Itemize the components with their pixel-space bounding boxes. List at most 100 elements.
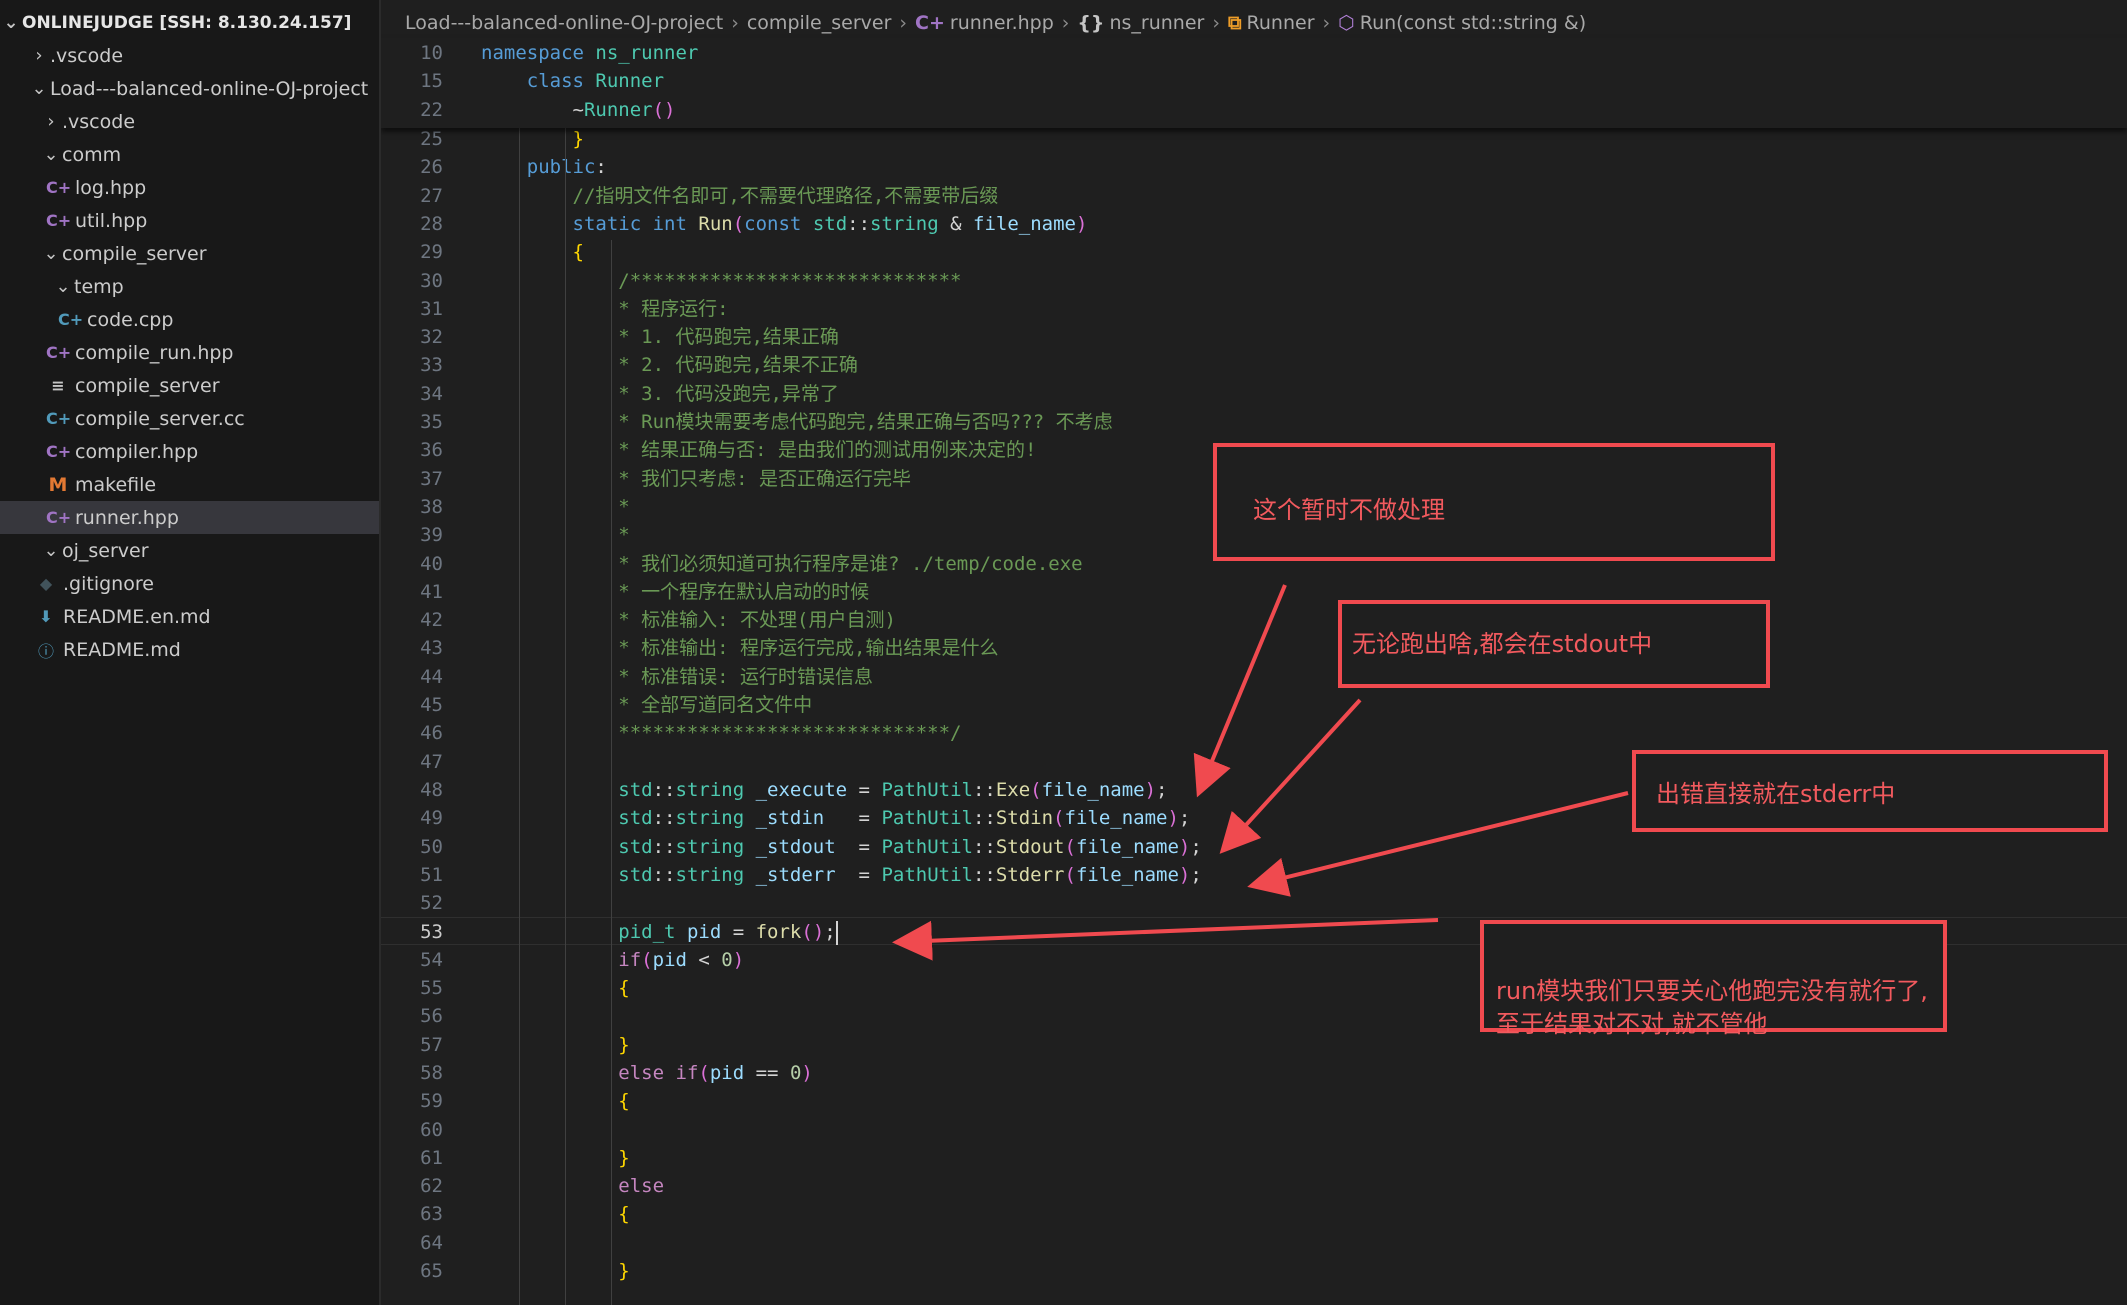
code-text[interactable]: } xyxy=(481,1257,629,1285)
line-number[interactable]: 62 xyxy=(381,1172,443,1200)
code-text[interactable]: class Runner xyxy=(481,67,664,95)
tree-folder[interactable]: › .vscode xyxy=(0,105,379,138)
code-text[interactable]: std::string _execute = PathUtil::Exe(fil… xyxy=(481,776,1167,804)
line-number[interactable]: 45 xyxy=(381,691,443,719)
code-text[interactable]: * 我们只考虑: 是否正确运行完毕 xyxy=(481,465,911,493)
code-text[interactable]: else if(pid == 0) xyxy=(481,1059,813,1087)
tree-folder[interactable]: ⌄ comm xyxy=(0,138,379,171)
code-text[interactable]: * 标准输出: 程序运行完成,输出结果是什么 xyxy=(481,634,998,662)
code-line[interactable]: 57 } xyxy=(381,1031,2127,1059)
code-text[interactable]: /***************************** xyxy=(481,267,961,295)
tree-folder[interactable]: › .vscode xyxy=(0,39,379,72)
editor-pane[interactable]: Load---balanced-online-OJ-project › comp… xyxy=(381,0,2127,1305)
line-number[interactable]: 56 xyxy=(381,1002,443,1030)
line-number[interactable]: 46 xyxy=(381,719,443,747)
tree-file[interactable]: ≡ compile_server xyxy=(0,369,379,402)
code-line[interactable]: 31 * 程序运行: xyxy=(381,295,2127,323)
code-text[interactable]: if(pid < 0) xyxy=(481,946,744,974)
tree-file[interactable]: Mmakefile xyxy=(0,468,379,501)
tree-file[interactable]: C+ compiler.hpp xyxy=(0,435,379,468)
code-text[interactable]: else xyxy=(481,1172,664,1200)
code-line[interactable]: 46 *****************************/ xyxy=(381,719,2127,747)
line-number[interactable]: 35 xyxy=(381,408,443,436)
line-number[interactable]: 28 xyxy=(381,210,443,238)
line-number[interactable]: 42 xyxy=(381,606,443,634)
code-line[interactable]: 35 * Run模块需要考虑代码跑完,结果正确与否吗??? 不考虑 xyxy=(381,408,2127,436)
line-number[interactable]: 55 xyxy=(381,974,443,1002)
code-text[interactable]: std::string _stderr = PathUtil::Stderr(f… xyxy=(481,861,1202,889)
code-line[interactable]: 43 * 标准输出: 程序运行完成,输出结果是什么 xyxy=(381,634,2127,662)
line-number[interactable]: 65 xyxy=(381,1257,443,1285)
code-line[interactable]: 64 xyxy=(381,1229,2127,1257)
code-text[interactable]: static int Run(const std::string & file_… xyxy=(481,210,1088,238)
sticky-scroll[interactable]: 10 namespace ns_runner 15 class Runner 22 ~… xyxy=(381,38,2127,128)
code-line[interactable]: 44 * 标准错误: 运行时错误信息 xyxy=(381,663,2127,691)
code-text[interactable]: } xyxy=(481,1144,629,1172)
line-number[interactable]: 57 xyxy=(381,1031,443,1059)
code-text[interactable]: * Run模块需要考虑代码跑完,结果正确与否吗??? 不考虑 xyxy=(481,408,1112,436)
code-line[interactable]: 27 //指明文件名即可,不需要代理路径,不需要带后缀 xyxy=(381,182,2127,210)
code-line[interactable]: 25 } xyxy=(381,125,2127,153)
explorer-root-header[interactable]: ⌄ ONLINEJUDGE [SSH: 8.130.24.157] xyxy=(0,6,379,39)
code-line[interactable]: 29 { xyxy=(381,238,2127,266)
code-line[interactable]: 42 * 标准输入: 不处理(用户自测) xyxy=(381,606,2127,634)
code-line[interactable]: 41 * 一个程序在默认启动的时候 xyxy=(381,578,2127,606)
code-line[interactable]: 32 * 1. 代码跑完,结果正确 xyxy=(381,323,2127,351)
line-number[interactable]: 33 xyxy=(381,351,443,379)
tree-file[interactable]: C+ compile_run.hpp xyxy=(0,336,379,369)
tree-file[interactable]: C+ code.cpp xyxy=(0,303,379,336)
tree-folder[interactable]: ⌄ Load---balanced-online-OJ-project xyxy=(0,72,379,105)
code-text[interactable]: * xyxy=(481,521,629,549)
line-number[interactable]: 49 xyxy=(381,804,443,832)
line-number[interactable]: 58 xyxy=(381,1059,443,1087)
code-line[interactable]: 61 } xyxy=(381,1144,2127,1172)
code-text[interactable]: std::string _stdin = PathUtil::Stdin(fil… xyxy=(481,804,1190,832)
code-line[interactable]: 28 static int Run(const std::string & fi… xyxy=(381,210,2127,238)
code-text[interactable]: { xyxy=(481,1200,629,1228)
line-number[interactable]: 29 xyxy=(381,238,443,266)
code-text[interactable]: * 一个程序在默认启动的时候 xyxy=(481,578,869,606)
line-number[interactable]: 31 xyxy=(381,295,443,323)
line-number[interactable]: 38 xyxy=(381,493,443,521)
line-number[interactable]: 41 xyxy=(381,578,443,606)
line-number[interactable]: 10 xyxy=(381,39,443,67)
code-line[interactable]: 51 std::string _stderr = PathUtil::Stder… xyxy=(381,861,2127,889)
code-text[interactable]: * 2. 代码跑完,结果不正确 xyxy=(481,351,858,379)
line-number[interactable]: 25 xyxy=(381,125,443,153)
line-number[interactable]: 36 xyxy=(381,436,443,464)
tree-file[interactable]: C+ util.hpp xyxy=(0,204,379,237)
code-line[interactable]: 50 std::string _stdout = PathUtil::Stdou… xyxy=(381,833,2127,861)
code-text[interactable]: { xyxy=(481,238,584,266)
line-number[interactable]: 39 xyxy=(381,521,443,549)
code-line[interactable]: 52 xyxy=(381,889,2127,917)
line-number[interactable]: 54 xyxy=(381,946,443,974)
tree-file[interactable]: C+ log.hpp xyxy=(0,171,379,204)
line-number[interactable]: 61 xyxy=(381,1144,443,1172)
line-number[interactable]: 27 xyxy=(381,182,443,210)
code-line[interactable]: 60 xyxy=(381,1116,2127,1144)
tree-file[interactable]: ⬇ README.en.md xyxy=(0,600,379,633)
code-text[interactable]: { xyxy=(481,974,629,1002)
code-text[interactable]: * 3. 代码没跑完,异常了 xyxy=(481,380,839,408)
line-number[interactable]: 15 xyxy=(381,67,443,95)
code-line[interactable]: 45 * 全部写道同名文件中 xyxy=(381,691,2127,719)
sticky-line[interactable]: 10 namespace ns_runner xyxy=(381,39,2127,67)
code-line[interactable]: 62 else xyxy=(381,1172,2127,1200)
code-text[interactable]: * 1. 代码跑完,结果正确 xyxy=(481,323,839,351)
code-area[interactable]: 25 } 26 public: 27 //指明文件名即可,不需要代理路径,不需要带后… xyxy=(381,0,2127,1305)
line-number[interactable]: 44 xyxy=(381,663,443,691)
tree-folder[interactable]: ⌄ compile_server xyxy=(0,237,379,270)
code-line[interactable]: 34 * 3. 代码没跑完,异常了 xyxy=(381,380,2127,408)
code-text[interactable]: } xyxy=(481,125,584,153)
code-line[interactable]: 26 public: xyxy=(381,153,2127,181)
code-text[interactable]: * 标准错误: 运行时错误信息 xyxy=(481,663,873,691)
code-line[interactable]: 58 else if(pid == 0) xyxy=(381,1059,2127,1087)
code-text[interactable]: { xyxy=(481,1087,629,1115)
sticky-line[interactable]: 22 ~Runner() xyxy=(381,96,2127,124)
tree-file[interactable]: C+ runner.hpp xyxy=(0,501,379,534)
code-line[interactable]: 30 /***************************** xyxy=(381,267,2127,295)
line-number[interactable]: 59 xyxy=(381,1087,443,1115)
tree-file[interactable]: ◆ .gitignore xyxy=(0,567,379,600)
line-number[interactable]: 40 xyxy=(381,550,443,578)
code-line[interactable]: 33 * 2. 代码跑完,结果不正确 xyxy=(381,351,2127,379)
